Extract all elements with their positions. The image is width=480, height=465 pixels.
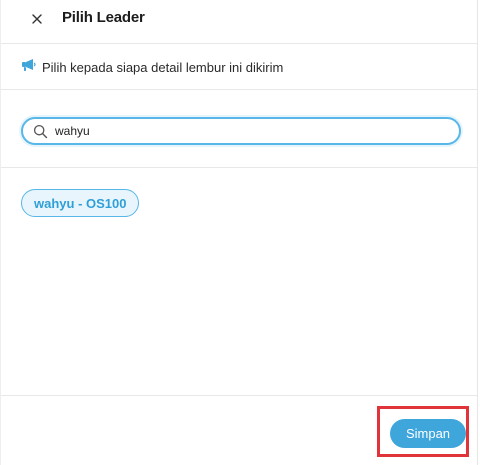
megaphone-icon — [22, 59, 36, 71]
dialog-footer: Simpan — [1, 396, 477, 465]
dialog-title: Pilih Leader — [62, 9, 145, 26]
results-list: wahyu - OS100 — [1, 168, 477, 396]
close-icon — [32, 14, 42, 24]
info-text: Pilih kepada siapa detail lembur ini dik… — [42, 60, 284, 75]
leader-picker-panel: Pilih Leader Pilih kepada siapa detail l… — [0, 0, 478, 465]
leader-chip[interactable]: wahyu - OS100 — [21, 189, 140, 217]
search-input[interactable] — [55, 122, 445, 140]
search-section — [1, 90, 477, 168]
search-icon — [33, 124, 48, 139]
close-button[interactable] — [27, 9, 47, 29]
dialog-header: Pilih Leader — [1, 0, 477, 44]
search-box[interactable] — [21, 117, 461, 145]
info-row: Pilih kepada siapa detail lembur ini dik… — [1, 44, 477, 90]
save-button[interactable]: Simpan — [390, 419, 466, 448]
